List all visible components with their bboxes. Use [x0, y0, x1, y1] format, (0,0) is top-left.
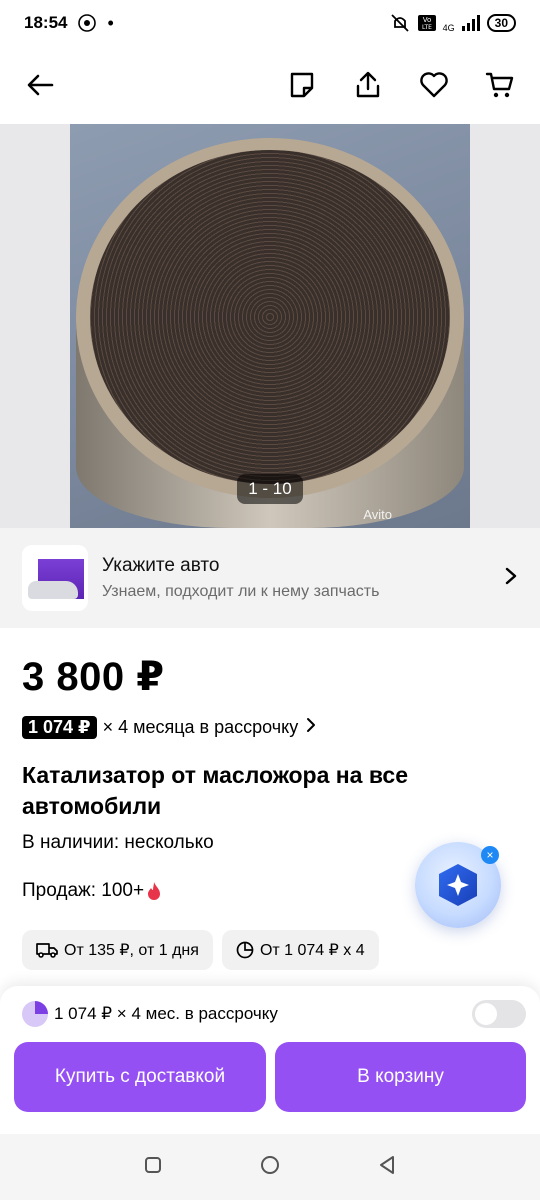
status-time: 18:54	[24, 13, 68, 32]
mute-icon	[390, 14, 409, 32]
circle-icon	[261, 1155, 279, 1174]
recents-button[interactable]	[143, 1155, 163, 1180]
sales-count: Продаж: 100+	[22, 880, 162, 902]
car-banner-title: Укажите авто	[102, 555, 220, 576]
installment-text: × 4 месяца в рассрочку	[102, 717, 299, 737]
delivery-chip-label: От 135 ₽, от 1 дня	[64, 942, 199, 959]
photo-counter: 1 - 10	[237, 474, 303, 504]
car-garage-image	[22, 545, 88, 611]
back-nav-button[interactable]	[377, 1154, 397, 1181]
specify-car-banner[interactable]: Укажите авто Узнаем, подходит ли к нему …	[0, 528, 540, 628]
svg-text:Vo: Vo	[422, 16, 431, 24]
share-button[interactable]	[348, 65, 388, 105]
purchase-panel: 1 074 ₽ × 4 мес. в рассрочку Купить с до…	[0, 986, 540, 1134]
volte-icon: VoLTE	[417, 15, 436, 31]
signal-icon	[461, 15, 480, 31]
top-bar	[0, 46, 540, 124]
photo-honeycomb	[90, 150, 450, 484]
product-price: 3 800 ₽	[22, 655, 165, 699]
installment-link[interactable]: 1 074 ₽ × 4 месяца в рассрочку	[22, 716, 316, 739]
status-bar: 18:54 • Vo LTE 4G 30	[0, 0, 540, 46]
cart-button[interactable]	[480, 65, 520, 105]
installment-badge: 1 074 ₽	[22, 716, 97, 739]
close-icon[interactable]: ×	[481, 846, 499, 864]
chevron-right-icon	[504, 566, 518, 591]
buy-with-delivery-button[interactable]: Купить с доставкой	[14, 1042, 266, 1112]
ai-assistant-button[interactable]: ×	[415, 842, 501, 928]
back-button[interactable]	[20, 65, 60, 105]
home-button[interactable]	[259, 1154, 281, 1181]
chevron-right-icon	[306, 717, 316, 738]
app-notification-icon	[78, 14, 97, 32]
installment-pie-icon	[22, 1001, 48, 1027]
avito-watermark: Avito	[363, 507, 392, 522]
car-banner-subtitle: Узнаем, подходит ли к нему запчасть	[102, 583, 380, 600]
share-icon	[356, 71, 380, 98]
cart-icon	[485, 72, 514, 98]
fire-icon	[148, 882, 161, 900]
installment-toggle[interactable]	[472, 1000, 526, 1028]
network-type: 4G	[442, 23, 455, 33]
note-button[interactable]	[282, 65, 322, 105]
pie-icon	[236, 941, 254, 959]
dot-icon: •	[107, 12, 114, 33]
arrow-left-icon	[27, 74, 54, 96]
product-photo[interactable]: Avito	[70, 124, 470, 528]
assistant-hexagon-icon	[439, 864, 477, 906]
installment-option-label: 1 074 ₽ × 4 мес. в рассрочку	[54, 1004, 278, 1023]
delivery-chip[interactable]: От 135 ₽, от 1 дня	[22, 930, 213, 970]
photo-gallery[interactable]: Avito 1 - 10	[0, 124, 540, 528]
installment-chip[interactable]: От 1 074 ₽ х 4	[221, 930, 379, 970]
stock-status: В наличии: несколько	[22, 832, 214, 853]
battery-icon: 30	[486, 14, 516, 32]
installment-chip-label: От 1 074 ₽ х 4	[259, 942, 365, 959]
svg-text:LTE: LTE	[422, 24, 432, 31]
square-icon	[145, 1156, 161, 1173]
system-nav-bar	[0, 1134, 540, 1200]
note-icon	[290, 72, 314, 98]
heart-icon	[420, 72, 448, 98]
triangle-back-icon	[380, 1155, 394, 1174]
product-title: Катализатор от масложора на все автомоби…	[22, 762, 409, 819]
add-to-cart-button[interactable]: В корзину	[275, 1042, 526, 1112]
truck-icon	[36, 943, 58, 958]
favorite-button[interactable]	[414, 65, 454, 105]
sales-text: Продаж: 100+	[22, 880, 145, 901]
info-chips: От 135 ₽, от 1 дня От 1 074 ₽ х 4	[22, 930, 379, 970]
